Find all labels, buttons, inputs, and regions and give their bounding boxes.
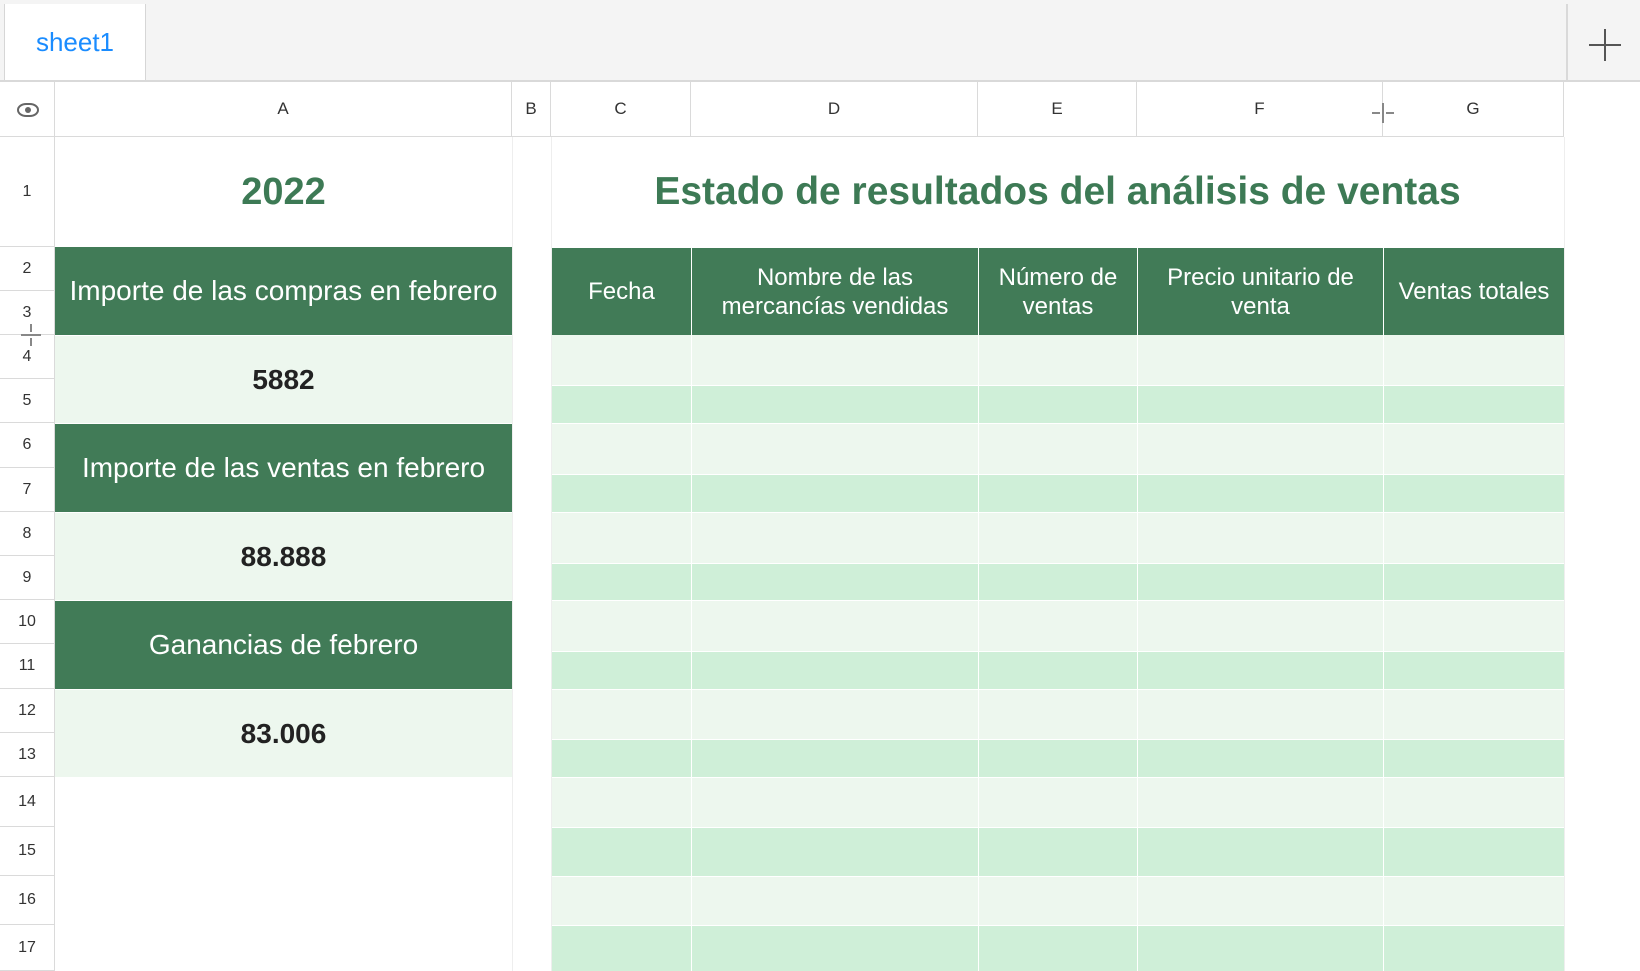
table-row[interactable] [552, 652, 1564, 689]
column-header-c[interactable]: C [551, 82, 691, 137]
table-row[interactable] [552, 740, 1564, 777]
grid-line [512, 137, 513, 971]
sales-value-cell[interactable]: 88.888 [55, 512, 512, 600]
year-title[interactable]: 2022 [55, 137, 512, 247]
column-divider [978, 335, 979, 971]
row-header-7[interactable]: 7 [0, 468, 55, 512]
table-title[interactable]: Estado de resultados del análisis de ven… [551, 137, 1564, 247]
column-header-b[interactable]: B [512, 82, 551, 137]
header-nombre-mercancias[interactable]: Nombre de las mercancías vendidas [692, 248, 978, 335]
table-row[interactable] [552, 386, 1564, 423]
table-row[interactable] [552, 424, 1564, 474]
table-row[interactable] [552, 877, 1564, 925]
table-row[interactable] [552, 564, 1564, 600]
table-row[interactable] [552, 335, 1564, 385]
row-header-9[interactable]: 9 [0, 556, 55, 600]
column-divider [691, 335, 692, 971]
table-row[interactable] [552, 828, 1564, 876]
row-header-1[interactable]: 1 [0, 137, 55, 247]
header-numero-ventas[interactable]: Número de ventas [979, 248, 1137, 335]
profit-value-cell[interactable]: 83.006 [55, 689, 512, 777]
row-header-12[interactable]: 12 [0, 689, 55, 733]
table-row[interactable] [552, 513, 1564, 563]
row-header-2[interactable]: 2 [0, 247, 55, 291]
tab-sheet1[interactable]: sheet1 [4, 4, 146, 80]
table-row[interactable] [552, 778, 1564, 827]
sales-label-cell[interactable]: Importe de las ventas en febrero [55, 424, 512, 512]
row-header-5[interactable]: 5 [0, 379, 55, 423]
column-header-row: A B C D E F G [0, 82, 1640, 137]
column-header-d[interactable]: D [691, 82, 978, 137]
column-divider [1383, 335, 1384, 971]
column-header-e[interactable]: E [978, 82, 1137, 137]
add-sheet-icon[interactable] [1566, 4, 1640, 80]
table-row[interactable] [552, 690, 1564, 739]
row-header-10[interactable]: 10 [0, 600, 55, 644]
column-header-a[interactable]: A [55, 82, 512, 137]
table-row[interactable] [552, 475, 1564, 512]
column-header-g[interactable]: G [1383, 82, 1564, 137]
purchases-value-cell[interactable]: 5882 [55, 335, 512, 423]
purchases-label-cell[interactable]: Importe de las compras en febrero [55, 247, 512, 335]
grid-line [551, 137, 552, 971]
header-fecha[interactable]: Fecha [552, 248, 691, 335]
table-row[interactable] [552, 601, 1564, 651]
column-divider [1137, 335, 1138, 971]
column-resize-icon[interactable] [1372, 103, 1394, 123]
row-header-6[interactable]: 6 [0, 423, 55, 468]
row-header-11[interactable]: 11 [0, 644, 55, 689]
row-header-14[interactable]: 14 [0, 777, 55, 827]
row-header-13[interactable]: 13 [0, 733, 55, 777]
grid-line [1564, 137, 1565, 971]
row-header-16[interactable]: 16 [0, 876, 55, 925]
column-header-f[interactable]: F [1137, 82, 1383, 137]
header-precio-unitario[interactable]: Precio unitario de venta [1138, 248, 1383, 335]
row-resize-icon[interactable] [21, 324, 41, 346]
header-ventas-totales[interactable]: Ventas totales [1384, 248, 1564, 335]
table-row[interactable] [552, 926, 1564, 971]
profit-label-cell[interactable]: Ganancias de febrero [55, 601, 512, 689]
row-header-8[interactable]: 8 [0, 512, 55, 556]
row-header-17[interactable]: 17 [0, 925, 55, 971]
sheet-tab-bar: sheet1 [0, 0, 1640, 82]
row-header-15[interactable]: 15 [0, 827, 55, 876]
